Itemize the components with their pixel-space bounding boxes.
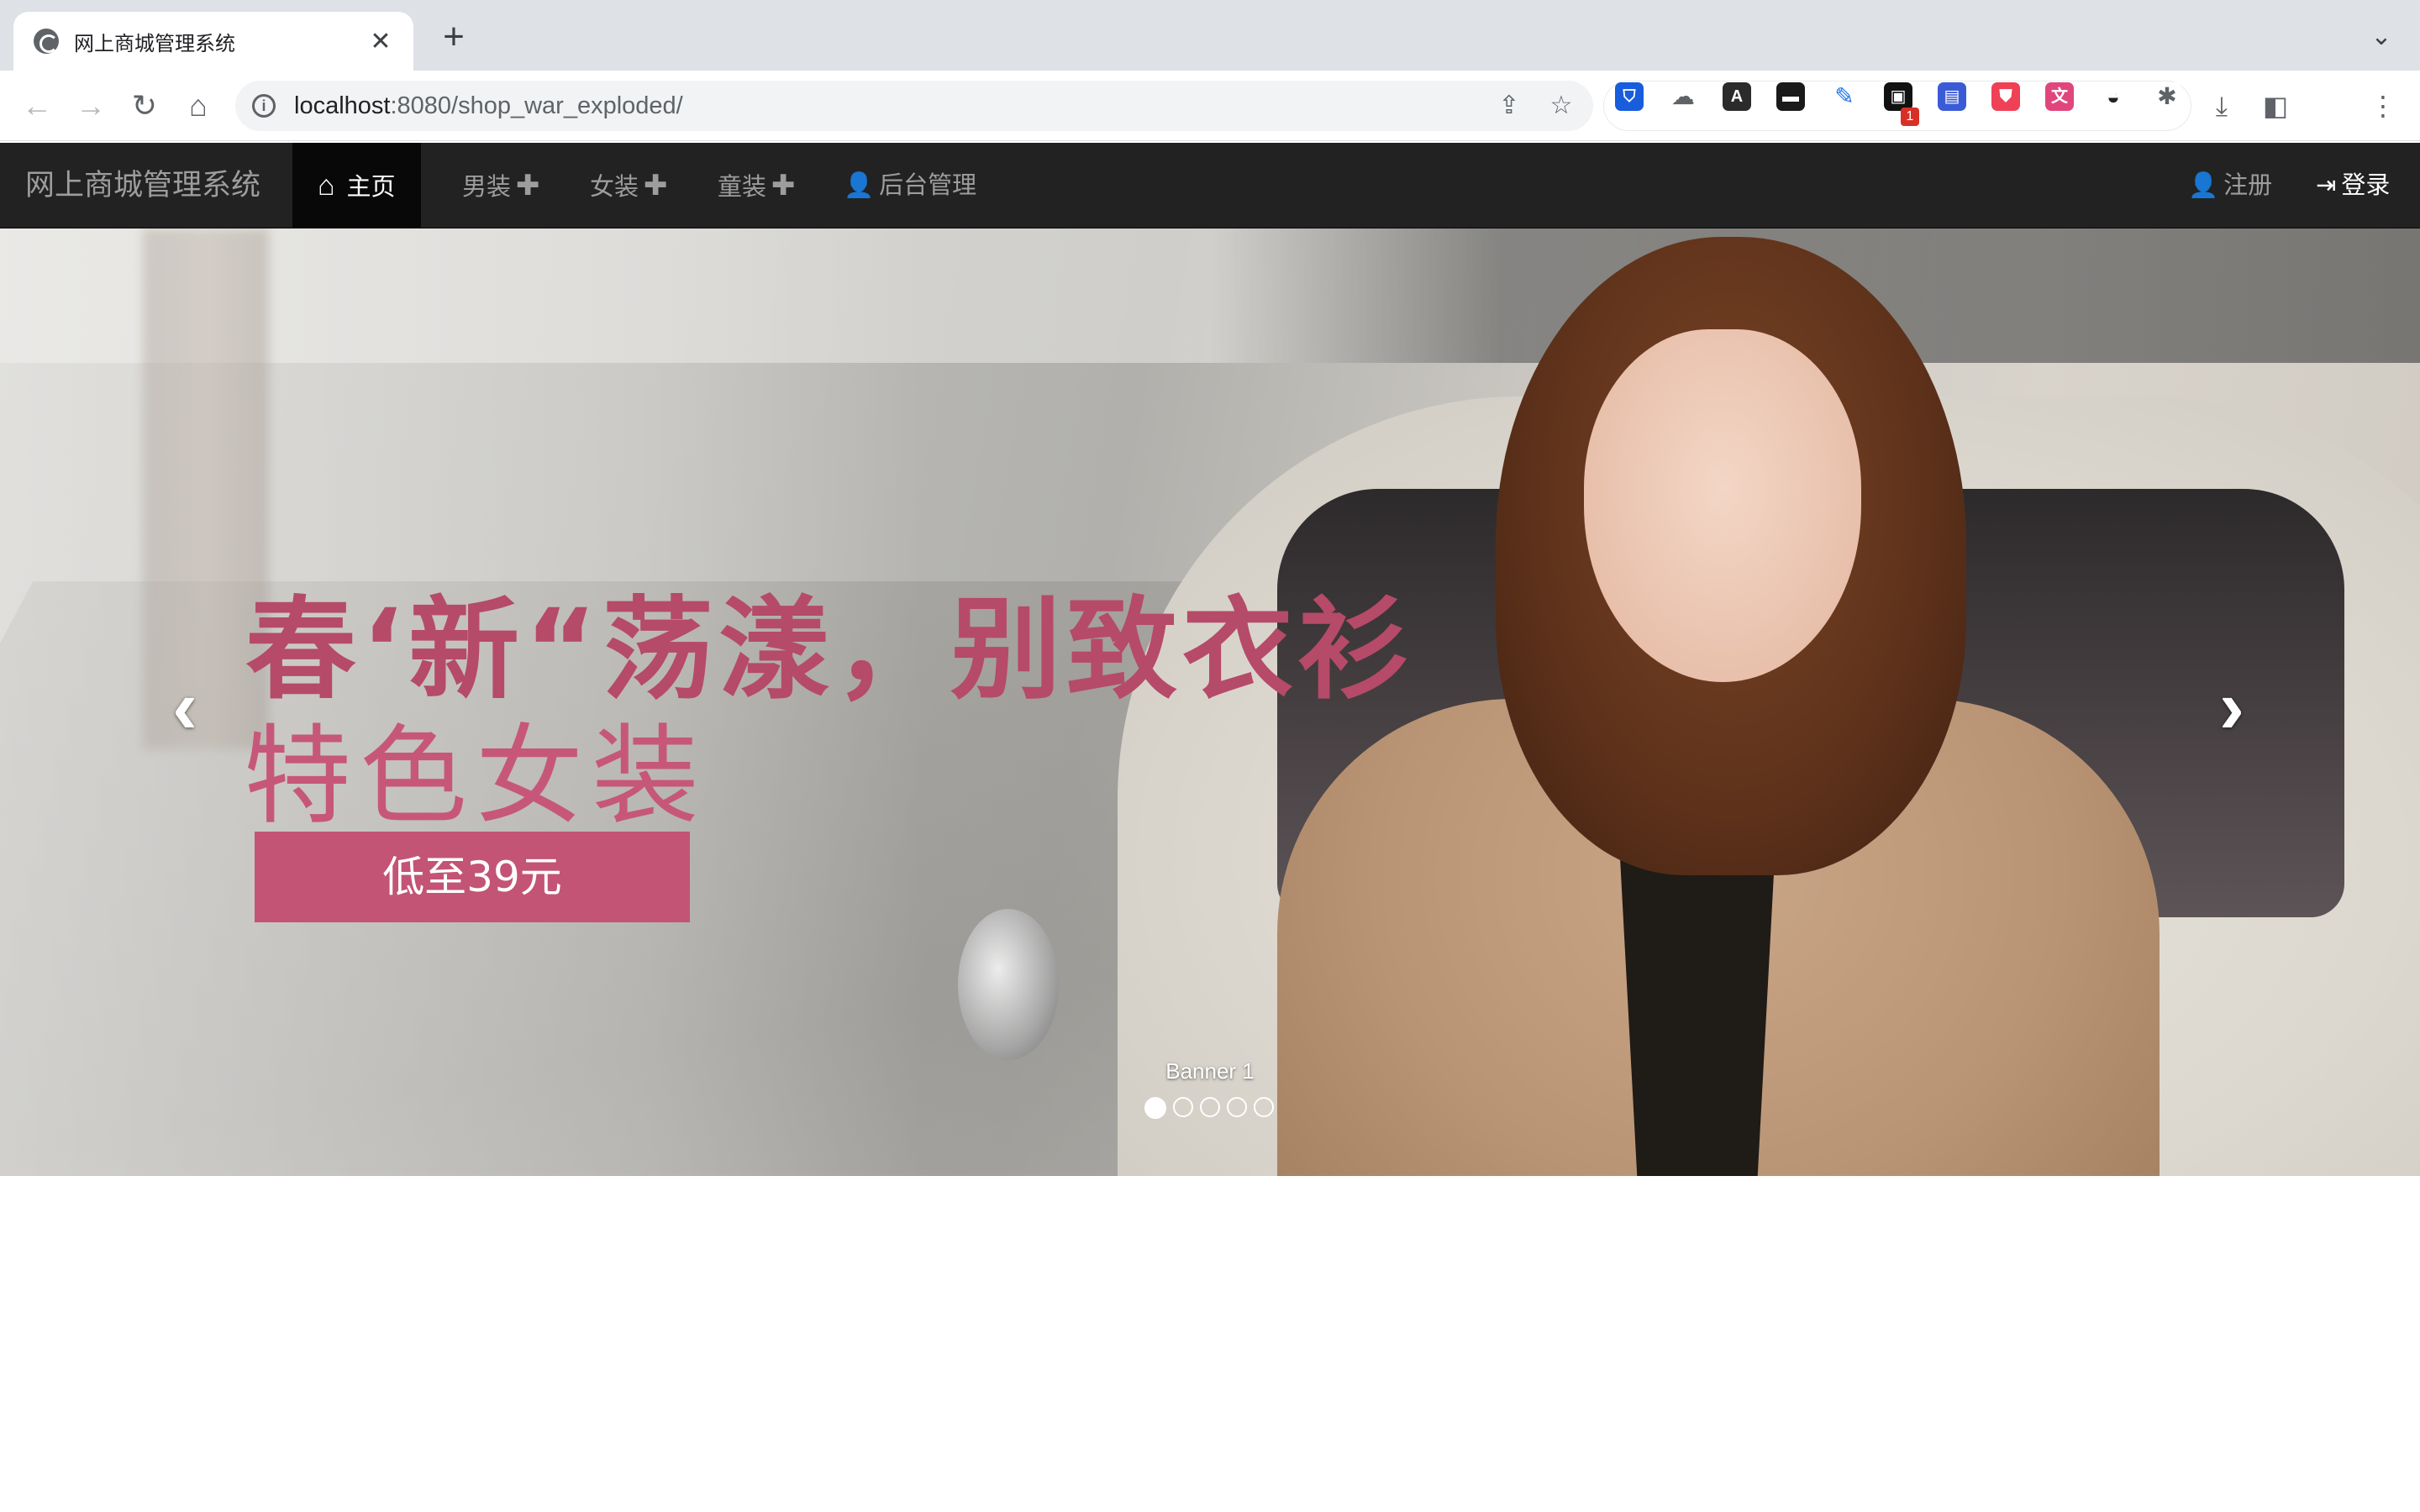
banner-carousel: 春‘新“荡漾，别致衣衫 特色女装 低至39元 ‹ › Banner 1 (0, 228, 2420, 1176)
site-info-icon[interactable]: i (252, 94, 276, 118)
window-icon[interactable]: ▤ (1938, 82, 1966, 111)
side-panel-icon[interactable]: ◧ (2257, 87, 2294, 124)
brand-link[interactable]: 网上商城管理系统 (25, 143, 260, 228)
carousel-indicator[interactable] (1173, 1097, 1193, 1117)
home-button-icon[interactable]: ⌂ (178, 86, 218, 126)
cloud-icon[interactable]: ☁ (1669, 82, 1697, 111)
carousel-indicators (1144, 1097, 1274, 1119)
nav-women-label: 女装 (590, 174, 639, 201)
nav-kids[interactable]: 童装 ✚ (718, 143, 796, 228)
notification-badge: 1 (1901, 108, 1919, 126)
home-icon: ⌂ (318, 170, 335, 202)
carousel-indicator[interactable] (1144, 1097, 1166, 1119)
new-tab-button[interactable]: + (434, 18, 474, 59)
nav-women[interactable]: 女装 ✚ (590, 143, 668, 228)
dictionary-icon[interactable]: 文 (2045, 82, 2074, 111)
bookmark-star-icon[interactable]: ☆ (1546, 91, 1576, 121)
back-icon[interactable]: ← (17, 86, 57, 126)
nav-men[interactable]: 男装 ✚ (462, 143, 540, 228)
tab-search-chevron-icon[interactable]: ⌄ (2361, 22, 2402, 55)
highlighter-icon[interactable]: ✎ (1830, 82, 1859, 111)
address-bar[interactable]: i localhost:8080/shop_war_exploded/ ⇪ ☆ (235, 81, 1593, 131)
download-icon[interactable]: ⤓ (2203, 87, 2240, 124)
share-icon[interactable]: ⇪ (1494, 91, 1524, 121)
extensions-puzzle-icon[interactable]: ✱ (2153, 82, 2181, 111)
site-navbar: 网上商城管理系统 ⌂ 主页 男装 ✚ 女装 ✚ 童装 ✚ 👤 后台管理 👤 注册 ⇥ 登录 (0, 143, 2420, 228)
forward-icon[interactable]: → (71, 86, 111, 126)
carousel-indicator[interactable] (1200, 1097, 1220, 1117)
url-text[interactable]: localhost:8080/shop_war_exploded/ (294, 92, 683, 120)
car-mirror (958, 909, 1059, 1060)
browser-menu-icon[interactable]: ⋮ (2365, 87, 2402, 124)
browser-tab-strip: 网上商城管理系统 ✕ + ⌄ (0, 0, 2420, 71)
nav-home[interactable]: ⌂ 主页 (292, 143, 421, 228)
login-label: 登录 (2341, 172, 2391, 199)
user-icon: 👤 (844, 172, 875, 199)
user-icon: 👤 (2188, 172, 2219, 199)
nav-admin-label: 后台管理 (879, 172, 977, 199)
carousel-indicator[interactable] (1254, 1097, 1274, 1117)
login-icon: ⇥ (2316, 172, 2337, 199)
tab-title: 网上商城管理系统 (74, 32, 235, 55)
browser-tab[interactable]: 网上商城管理系统 ✕ (13, 12, 413, 71)
pocket-icon[interactable]: ⛊ (1991, 82, 2020, 111)
notion-icon[interactable]: ▣ (1884, 82, 1912, 111)
terminal-icon[interactable]: ▬ (1776, 82, 1805, 111)
browser-toolbar: ← → ↻ ⌂ i localhost:8080/shop_war_explod… (0, 71, 2420, 141)
reload-icon[interactable]: ↻ (124, 86, 165, 126)
banner-price-button[interactable]: 低至39元 (255, 832, 690, 922)
plus-icon: ✚ (771, 170, 796, 202)
nav-login[interactable]: ⇥ 登录 (2316, 143, 2390, 228)
nav-kids-label: 童装 (718, 174, 767, 201)
translate-a-icon[interactable]: A (1723, 82, 1751, 111)
nav-home-label: 主页 (346, 174, 396, 201)
banner-subheadline: 特色女装 (244, 714, 708, 839)
model-face (1584, 329, 1861, 682)
plus-icon: ✚ (644, 170, 668, 202)
register-label: 注册 (2223, 172, 2273, 199)
bitwarden-icon[interactable]: ⛉ (1615, 82, 1644, 111)
nav-men-label: 男装 (462, 174, 512, 201)
close-tab-icon[interactable]: ✕ (368, 27, 393, 56)
carousel-prev-chevron-icon[interactable]: ‹ (151, 665, 218, 749)
carousel-caption: Banner 1 (1165, 1058, 1255, 1084)
carousel-indicator[interactable] (1227, 1097, 1247, 1117)
nav-admin[interactable]: 👤 后台管理 (844, 143, 976, 228)
plus-icon: ✚ (516, 170, 540, 202)
globe-icon (34, 29, 59, 54)
carousel-next-chevron-icon[interactable]: › (2198, 665, 2265, 749)
incognito-icon[interactable]: ◒ (2099, 82, 2128, 111)
nav-register[interactable]: 👤 注册 (2188, 143, 2272, 228)
